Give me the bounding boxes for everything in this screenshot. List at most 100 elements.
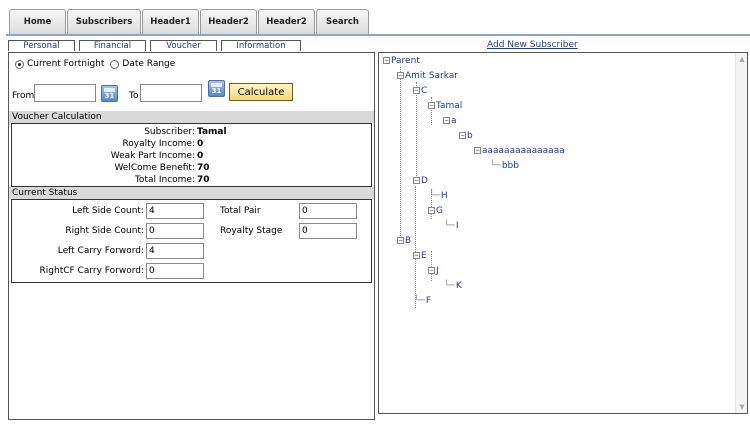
from-date-input[interactable] <box>34 84 96 102</box>
tree-node-a[interactable]: − a <box>443 115 457 127</box>
from-label: From <box>12 91 35 101</box>
collapse-icon[interactable]: − <box>413 177 420 184</box>
total-pair-input[interactable] <box>299 203 357 219</box>
tree-node-label: B <box>405 236 412 246</box>
royalty-stage-label: Royalty Stage <box>220 226 283 236</box>
from-calendar-icon[interactable]: 31 <box>101 85 118 102</box>
subtab-financial[interactable]: Financial <box>79 40 146 51</box>
tree-node-label: b <box>467 131 473 141</box>
tab-header1[interactable]: Header1 <box>142 9 199 34</box>
tree-node-tamal[interactable]: − Tamal <box>428 100 462 112</box>
collapse-icon[interactable]: − <box>459 132 466 139</box>
add-new-subscriber-link[interactable]: Add New Subscriber <box>487 40 578 50</box>
tab-header2[interactable]: Header2 <box>200 9 257 34</box>
leaf-connector-icon: └─ <box>444 221 455 231</box>
tree-node-label: K <box>455 281 462 291</box>
collapse-icon[interactable]: − <box>474 147 481 154</box>
collapse-icon[interactable]: − <box>443 117 450 124</box>
voucher-calculation-heading: Voucher Calculation <box>9 111 374 123</box>
tab-subscribers[interactable]: Subscribers <box>67 9 141 34</box>
royalty-income-label: Royalty Income: <box>122 139 195 149</box>
left-carry-forword-input[interactable] <box>146 243 204 259</box>
current-status-box: Left Side Count: Right Side Count: Left … <box>11 199 372 283</box>
tree-node-h[interactable]: └─H <box>429 190 448 202</box>
tree-node-label: I <box>455 221 459 231</box>
leaf-connector-icon: └─ <box>444 281 455 291</box>
period-selector: Current Fortnight Date Range <box>15 59 181 69</box>
current-fortnight-label[interactable]: Current Fortnight <box>27 59 104 69</box>
leaf-connector-icon: └─ <box>429 191 440 201</box>
subtab-personal[interactable]: Personal <box>8 40 75 51</box>
to-calendar-icon[interactable]: 31 <box>208 80 225 97</box>
top-navigation: Home Subscribers Header1 Header2 Header2… <box>6 7 750 36</box>
collapse-icon[interactable]: − <box>428 267 435 274</box>
weak-part-income-label: Weak Part Income: <box>110 151 195 161</box>
left-side-count-input[interactable] <box>146 203 204 219</box>
welcome-benefit-value: 70 <box>197 163 210 173</box>
tree-node-label: F <box>425 296 432 306</box>
current-fortnight-radio[interactable] <box>15 59 24 69</box>
current-status-heading: Current Status <box>9 187 374 199</box>
total-income-value: 70 <box>197 175 210 185</box>
collapse-icon[interactable]: − <box>397 237 404 244</box>
leaf-connector-icon: └─ <box>414 296 425 306</box>
tree-node-j[interactable]: − J <box>428 265 439 277</box>
calculate-button[interactable]: Calculate <box>229 83 293 101</box>
scroll-down-icon[interactable]: ▼ <box>736 402 747 412</box>
collapse-icon[interactable]: − <box>383 57 390 64</box>
tree-node-c[interactable]: − C <box>413 85 427 97</box>
right-side-count-label: Right Side Count: <box>65 226 144 236</box>
tree-node-g[interactable]: − G <box>428 205 443 217</box>
left-carry-forword-label: Left Carry Forword: <box>57 246 144 256</box>
leaf-connector-icon: └─ <box>490 161 501 171</box>
tree-node-bbb[interactable]: └─bbb <box>490 160 519 172</box>
collapse-icon[interactable]: − <box>428 102 435 109</box>
weak-part-income-value: 0 <box>197 151 204 161</box>
subtab-voucher[interactable]: Voucher <box>150 40 217 51</box>
rightcf-carry-forword-label: RightCF Carry Forword: <box>39 266 144 276</box>
tab-home[interactable]: Home <box>9 9 66 34</box>
tree-node-label: C <box>421 86 428 96</box>
tree-node-f[interactable]: └─F <box>414 295 431 307</box>
tab-header2-second[interactable]: Header2 <box>258 9 315 34</box>
tree-connector <box>416 82 417 182</box>
collapse-icon[interactable]: − <box>397 72 404 79</box>
voucher-panel: Current Fortnight Date Range From 31 To … <box>8 52 375 420</box>
tree-node-e[interactable]: − E <box>413 250 427 262</box>
welcome-benefit-label: WelCome Benefit: <box>114 163 195 173</box>
royalty-income-value: 0 <box>197 139 204 149</box>
subtab-information[interactable]: Information <box>221 40 301 51</box>
to-date-input[interactable] <box>140 84 202 102</box>
tree-node-label: Amit Sarkar <box>405 71 459 81</box>
scroll-up-icon[interactable]: ▲ <box>736 54 747 64</box>
tree-node-aaa[interactable]: − aaaaaaaaaaaaaaa <box>474 145 565 157</box>
date-range-label[interactable]: Date Range <box>122 59 175 69</box>
tree-node-i[interactable]: └─I <box>444 220 459 232</box>
tree-node-amit-sarkar[interactable]: − Amit Sarkar <box>397 70 458 82</box>
tree-node-label: Tamal <box>436 101 463 111</box>
collapse-icon[interactable]: − <box>413 87 420 94</box>
tree-node-label: D <box>421 176 428 186</box>
tree-node-label: J <box>436 266 439 276</box>
voucher-calculation-box: Subscriber: Tamal Royalty Income: 0 Weak… <box>11 123 372 187</box>
total-pair-label: Total Pair <box>220 206 261 216</box>
tree-node-b-lower[interactable]: − b <box>459 130 473 142</box>
tree-scrollbar[interactable]: ▲ ▼ <box>735 53 747 413</box>
nav-divider <box>6 34 750 36</box>
collapse-icon[interactable]: − <box>428 207 435 214</box>
royalty-stage-input[interactable] <box>299 223 357 239</box>
tree-node-label: a <box>451 116 457 126</box>
tree-node-k[interactable]: └─K <box>444 280 462 292</box>
to-label: To <box>129 91 139 101</box>
tree-node-parent[interactable]: − Parent <box>383 55 420 67</box>
rightcf-carry-forword-input[interactable] <box>146 263 204 279</box>
collapse-icon[interactable]: − <box>413 252 420 259</box>
subscriber-value: Tamal <box>197 127 227 137</box>
tree-node-label: E <box>421 251 427 261</box>
tree-node-label: Parent <box>391 56 420 66</box>
right-side-count-input[interactable] <box>146 223 204 239</box>
tab-search[interactable]: Search <box>316 9 369 34</box>
tree-node-d[interactable]: − D <box>413 175 428 187</box>
date-range-radio[interactable] <box>110 59 120 69</box>
tree-node-b-upper[interactable]: − B <box>397 235 411 247</box>
